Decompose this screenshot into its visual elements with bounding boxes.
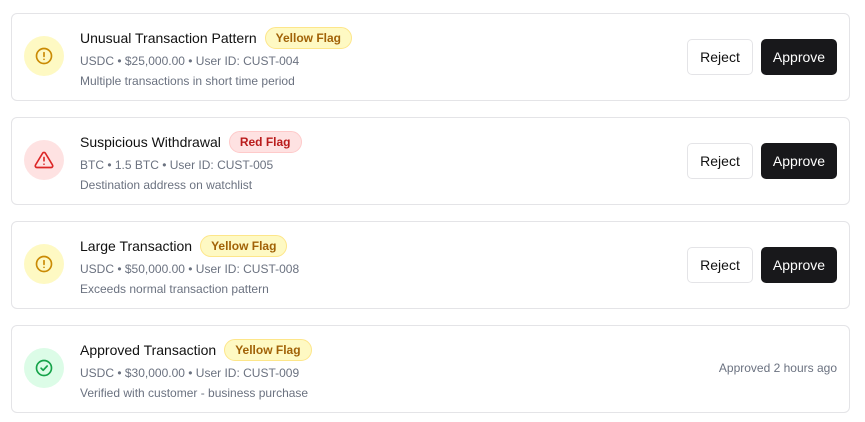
reject-button[interactable]: Reject — [687, 39, 753, 75]
transaction-meta: BTC • 1.5 BTC • User ID: CUST-005 — [80, 158, 274, 172]
transaction-meta: USDC • $30,000.00 • User ID: CUST-009 — [80, 366, 300, 380]
transaction-title: Large Transaction — [80, 238, 193, 254]
flag-badge: Yellow Flag — [200, 235, 288, 257]
transaction-card: Large Transaction Yellow Flag USDC • $50… — [11, 221, 850, 309]
transaction-details: Approved Transaction Yellow Flag USDC • … — [80, 339, 312, 400]
transaction-card: Approved Transaction Yellow Flag USDC • … — [11, 325, 850, 413]
approval-status: Approved 2 hours ago — [718, 361, 837, 375]
flag-badge: Red Flag — [228, 131, 302, 153]
transaction-card: Unusual Transaction Pattern Yellow Flag … — [11, 13, 850, 101]
transaction-title: Suspicious Withdrawal — [80, 134, 221, 150]
check-circle-icon — [24, 348, 64, 388]
transaction-meta: USDC • $25,000.00 • User ID: CUST-004 — [80, 54, 300, 68]
transaction-card: Suspicious Withdrawal Red Flag BTC • 1.5… — [11, 117, 850, 205]
approve-button[interactable]: Approve — [761, 143, 837, 179]
alert-circle-icon — [24, 36, 64, 76]
transaction-description: Exceeds normal transaction pattern — [80, 282, 269, 296]
transaction-details: Unusual Transaction Pattern Yellow Flag … — [80, 27, 353, 88]
flag-badge: Yellow Flag — [264, 27, 353, 49]
reject-button[interactable]: Reject — [687, 143, 753, 179]
flag-badge: Yellow Flag — [224, 339, 312, 361]
transaction-title: Unusual Transaction Pattern — [80, 30, 257, 46]
transaction-title: Approved Transaction — [80, 342, 217, 358]
approve-button[interactable]: Approve — [761, 39, 837, 75]
reject-button[interactable]: Reject — [687, 247, 753, 283]
title-row: Approved Transaction Yellow Flag — [80, 339, 312, 361]
title-row: Large Transaction Yellow Flag — [80, 235, 299, 257]
approve-button[interactable]: Approve — [761, 247, 837, 283]
transaction-details: Large Transaction Yellow Flag USDC • $50… — [80, 235, 299, 296]
transaction-description: Destination address on watchlist — [80, 178, 253, 192]
title-row: Suspicious Withdrawal Red Flag — [80, 131, 302, 153]
card-actions: Reject Approve — [687, 143, 837, 179]
transaction-description: Verified with customer - business purcha… — [80, 386, 309, 400]
card-actions: Reject Approve — [687, 247, 837, 283]
transaction-details: Suspicious Withdrawal Red Flag BTC • 1.5… — [80, 131, 302, 192]
flagged-transactions-list: Unusual Transaction Pattern Yellow Flag … — [0, 0, 865, 422]
title-row: Unusual Transaction Pattern Yellow Flag — [80, 27, 353, 49]
card-actions: Reject Approve — [687, 39, 837, 75]
alert-triangle-icon — [24, 140, 64, 180]
transaction-description: Multiple transactions in short time peri… — [80, 74, 295, 88]
transaction-meta: USDC • $50,000.00 • User ID: CUST-008 — [80, 262, 300, 276]
alert-circle-icon — [24, 244, 64, 284]
